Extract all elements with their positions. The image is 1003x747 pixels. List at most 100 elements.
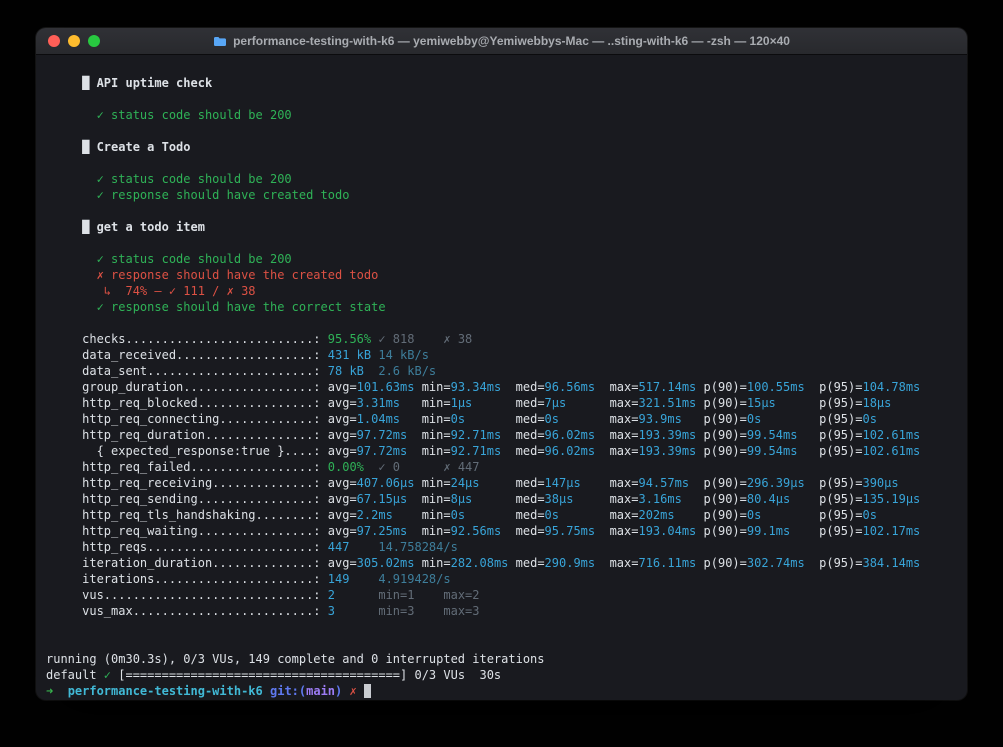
text-segment: performance-testing-with-k6 (67, 684, 263, 698)
text-segment: min= (421, 444, 451, 458)
text-segment: max= (609, 396, 639, 410)
text-segment: med= (515, 444, 545, 458)
text-segment: min= (421, 492, 451, 506)
text-segment (357, 684, 364, 698)
terminal-line: http_req_tls_handshaking........: avg=2.… (46, 507, 957, 523)
terminal-line: http_req_waiting................: avg=97… (46, 523, 957, 539)
text-segment: max= (609, 508, 639, 522)
text-segment: min= (421, 380, 451, 394)
text-segment: 0s (544, 508, 610, 522)
text-segment: avg= (327, 524, 357, 538)
text-segment: 99.54ms (746, 428, 820, 442)
terminal-line: group_duration..................: avg=10… (46, 379, 957, 395)
text-segment: max= (609, 412, 639, 426)
text-segment: avg= (327, 444, 357, 458)
close-button[interactable] (48, 35, 60, 47)
text-segment: max= (609, 556, 639, 570)
text-segment: ✓ status code should be 200 (46, 172, 292, 186)
text-segment: 407.06µs (356, 476, 422, 490)
text-segment: 0s (450, 412, 516, 426)
terminal-line: http_req_connecting.............: avg=1.… (46, 411, 957, 427)
text-segment: 8µs (450, 492, 516, 506)
text-segment: avg= (327, 492, 357, 506)
text-segment: 0s (544, 412, 610, 426)
text-segment: 94.57ms (638, 476, 704, 490)
text-segment: p(90)= (703, 444, 747, 458)
text-segment: ✓ status code should be 200 (46, 252, 292, 266)
text-segment: group_duration..................: (46, 380, 328, 394)
text-segment: http_req_failed.................: (46, 460, 328, 474)
text-segment: avg= (327, 476, 357, 490)
text-segment: max= (609, 444, 639, 458)
text-segment: 102.61ms (862, 428, 921, 442)
text-segment: 0s (862, 412, 877, 426)
text-segment: ✓ 0 (378, 460, 444, 474)
text-segment: p(90)= (703, 412, 747, 426)
terminal-line: ➜ performance-testing-with-k6 git:(main)… (46, 683, 957, 699)
text-segment: 99.1ms (746, 524, 820, 538)
text-segment: ✓ 818 (378, 332, 444, 346)
text-segment: p(90)= (703, 428, 747, 442)
text-segment: p(90)= (703, 476, 747, 490)
text-segment: iterations......................: (46, 572, 328, 586)
text-segment: avg= (327, 380, 357, 394)
minimize-button[interactable] (68, 35, 80, 47)
text-segment: 92.56ms (450, 524, 516, 538)
text-segment: 0s (746, 412, 820, 426)
text-segment: main (306, 684, 336, 698)
text-segment: 305.02ms (356, 556, 422, 570)
text-segment: 24µs (450, 476, 516, 490)
text-segment: 99.54ms (746, 444, 820, 458)
text-segment: ✓ (103, 668, 112, 682)
text-segment: med= (515, 524, 545, 538)
text-segment: 80.4µs (746, 492, 820, 506)
text-segment: p(95)= (819, 380, 863, 394)
text-segment: 302.74ms (746, 556, 820, 570)
text-segment: med= (515, 492, 545, 506)
text-segment: 447 (327, 540, 379, 554)
text-segment: 96.56ms (544, 380, 610, 394)
text-segment: min=3 (378, 604, 444, 618)
text-segment: 96.02ms (544, 428, 610, 442)
text-segment: ✗ response should have the created todo (46, 268, 379, 282)
text-segment: p(95)= (819, 508, 863, 522)
text-segment: p(90)= (703, 396, 747, 410)
text-segment: med= (515, 380, 545, 394)
terminal-body[interactable]: █ API uptime check ✓ status code should … (36, 55, 967, 700)
text-segment: 135.19µs (862, 492, 921, 506)
text-segment: min=1 (378, 588, 444, 602)
traffic-lights (36, 35, 100, 47)
text-segment: running (0m30.3s), 0/3 VUs, 149 complete… (46, 652, 545, 666)
text-segment: 0.00% (327, 460, 379, 474)
text-segment: 102.17ms (862, 524, 921, 538)
terminal-line: vus_max.........................: 3 min=… (46, 603, 957, 619)
text-segment: avg= (327, 396, 357, 410)
text-segment: 97.72ms (356, 444, 422, 458)
text-segment (263, 684, 270, 698)
terminal-line: default ✓ [=============================… (46, 667, 957, 683)
desktop-background: performance-testing-with-k6 — yemiwebby@… (0, 0, 1003, 747)
text-segment: 4.919428/s (378, 572, 451, 586)
text-segment: █ Create a Todo (46, 140, 191, 154)
text-segment: 0s (746, 508, 820, 522)
text-segment (53, 684, 67, 698)
terminal-line: http_req_duration...............: avg=97… (46, 427, 957, 443)
text-segment: 193.39ms (638, 444, 704, 458)
terminal-line: http_reqs.......................: 447 14… (46, 539, 957, 555)
text-segment: max= (609, 476, 639, 490)
text-segment: avg= (327, 556, 357, 570)
titlebar[interactable]: performance-testing-with-k6 — yemiwebby@… (36, 28, 967, 55)
terminal-window: performance-testing-with-k6 — yemiwebby@… (36, 28, 967, 700)
terminal-line: ✓ status code should be 200 (46, 171, 957, 187)
text-segment: 202ms (638, 508, 704, 522)
window-title-text: performance-testing-with-k6 — yemiwebby@… (233, 34, 790, 48)
text-segment: min= (421, 524, 451, 538)
text-segment: 716.11ms (638, 556, 704, 570)
text-segment: 96.02ms (544, 444, 610, 458)
terminal-line: http_req_receiving..............: avg=40… (46, 475, 957, 491)
text-segment: http_req_waiting................: (46, 524, 328, 538)
zoom-button[interactable] (88, 35, 100, 47)
